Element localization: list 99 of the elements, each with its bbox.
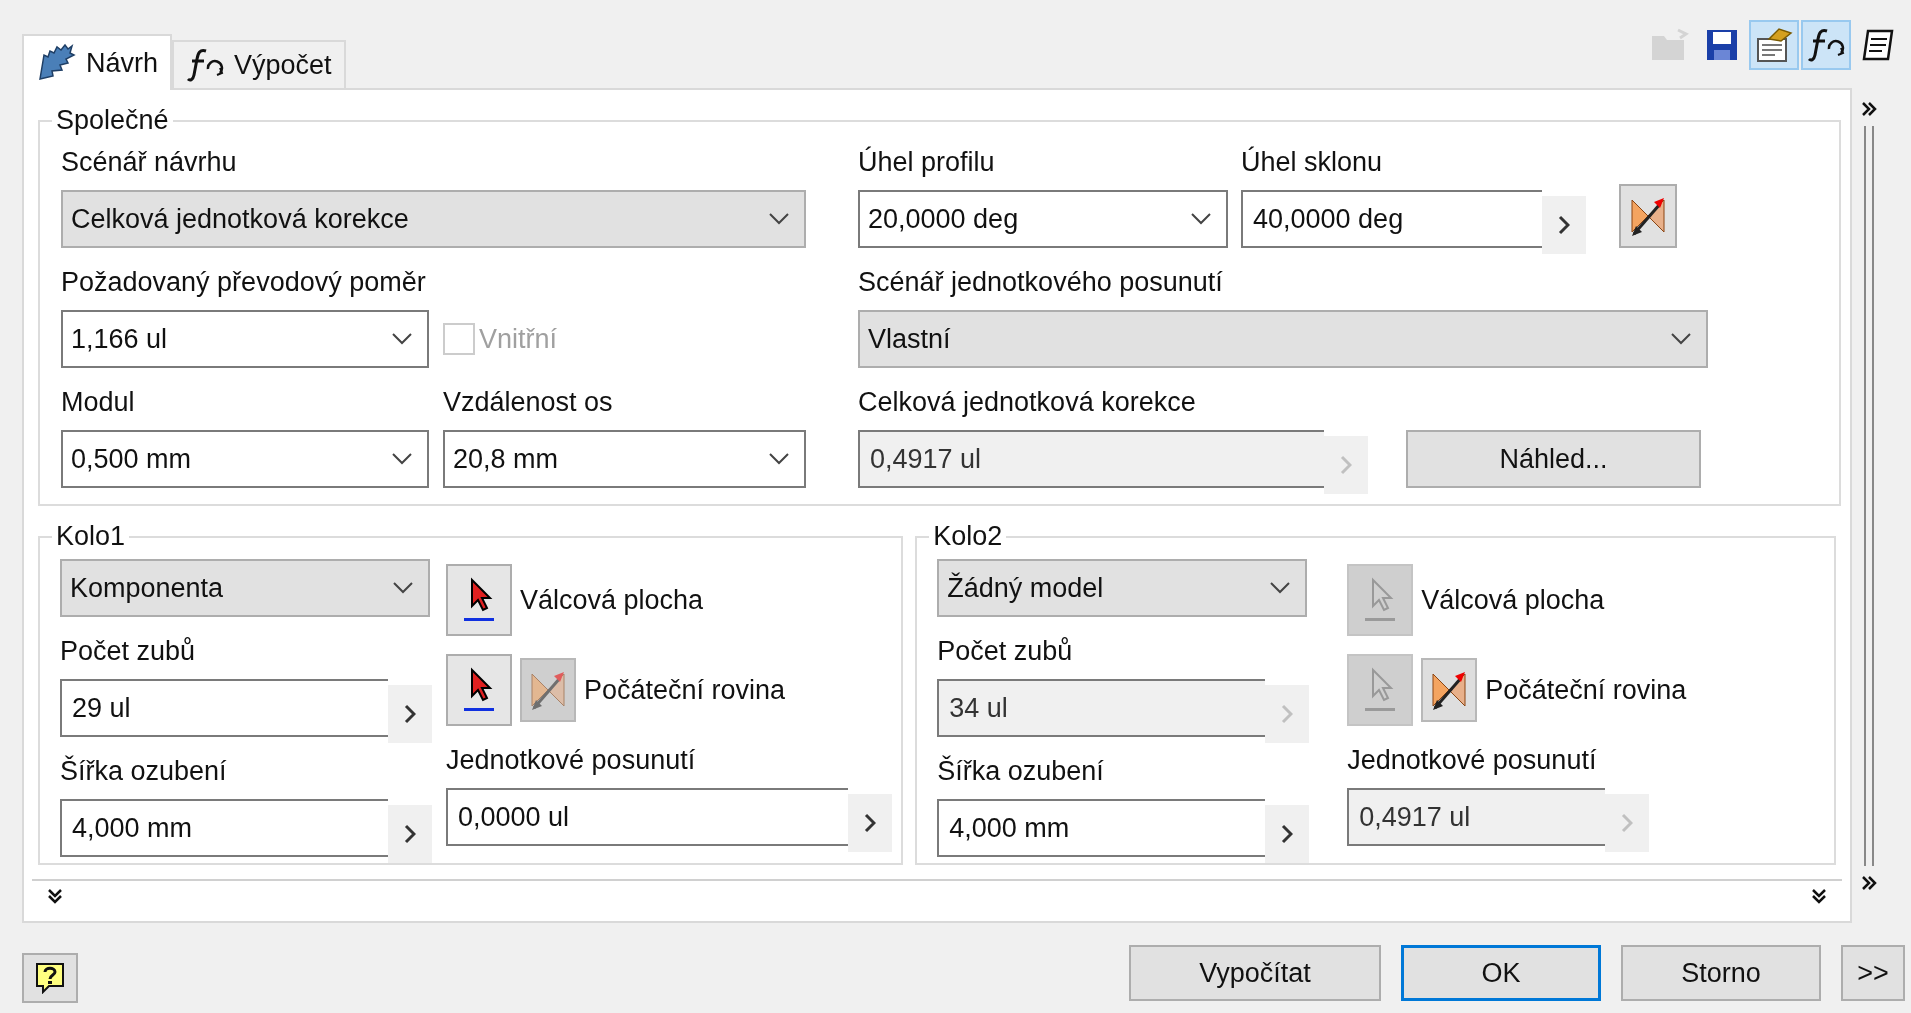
arrow-button[interactable] (388, 685, 432, 743)
chevron-down-icon (768, 452, 790, 466)
checkbox-label: Vnitřní (479, 322, 558, 356)
field-value: 0,500 mm (71, 442, 192, 476)
field-value: 0,4917 ul (1359, 800, 1471, 834)
arrow-button[interactable] (1265, 805, 1310, 863)
field-value: 0,4917 ul (870, 442, 982, 476)
field-label: Scénář návrhu (61, 145, 237, 179)
expand-icon[interactable] (1860, 100, 1878, 118)
help-button[interactable] (22, 953, 78, 1003)
splitter-bar[interactable] (1864, 126, 1874, 866)
field-label: Šířka ozubení (937, 754, 1104, 788)
field-label: Jednotkové posunutí (446, 743, 696, 777)
dialog-button[interactable]: OK (1401, 945, 1601, 1001)
input-field[interactable]: 4,000 mm (937, 799, 1266, 857)
dialog-button[interactable]: Storno (1621, 945, 1821, 1001)
expand-icon[interactable] (1810, 887, 1828, 905)
pick-label: Válcová plocha (1421, 583, 1605, 617)
chevron-down-icon (391, 452, 413, 466)
field-label: Jednotkové posunutí (1347, 743, 1597, 777)
chevron-down-icon (768, 212, 790, 226)
preview-button[interactable]: Náhled... (1406, 430, 1701, 488)
tab[interactable]: Návrh (22, 34, 173, 90)
toolbar-button[interactable] (1749, 20, 1799, 70)
expand-icon[interactable] (1860, 874, 1878, 892)
properties-icon (1755, 27, 1793, 63)
combo-box[interactable]: 20,8 mm (443, 430, 806, 488)
field-label: Úhel profilu (858, 145, 995, 179)
field-value: 4,000 mm (949, 811, 1070, 845)
field-value: 29 ul (72, 691, 131, 725)
chevron-down-icon (1670, 332, 1692, 346)
chevron-right-icon (404, 824, 416, 844)
field-value: Celková jednotková korekce (71, 202, 409, 236)
chevron-right-icon (1340, 455, 1352, 475)
combo-box[interactable]: 1,166 ul (61, 310, 429, 368)
pointer-icon (462, 666, 496, 714)
chevron-down-icon (1269, 581, 1292, 595)
pick-button[interactable] (446, 654, 512, 726)
chevron-right-icon (1621, 813, 1634, 833)
field-label: Scénář jednotkového posunutí (858, 265, 1223, 299)
field-value: 20,0000 deg (868, 202, 1019, 236)
function-icon (1807, 27, 1845, 63)
dialog-button[interactable]: >> (1841, 945, 1905, 1001)
arrow-button[interactable] (1542, 196, 1586, 254)
input-field[interactable]: 40,0000 deg (1241, 190, 1542, 248)
dropdown[interactable]: Žádný model (937, 559, 1308, 617)
field-value: Žádný model (947, 571, 1104, 605)
field-label: Počet zubů (60, 634, 196, 668)
help-icon (35, 962, 65, 994)
flip-direction-button[interactable] (1619, 184, 1677, 248)
notepad-icon (1860, 27, 1896, 63)
function-icon (186, 47, 225, 83)
field-label: Celková jednotková korekce (858, 385, 1196, 419)
field-value: 4,000 mm (72, 811, 193, 845)
field-label: Počet zubů (937, 634, 1073, 668)
field-value: 0,0000 ul (458, 800, 570, 834)
field-label: Modul (61, 385, 135, 419)
pick-label: Válcová plocha (520, 583, 704, 617)
dropdown[interactable]: Vlastní (858, 310, 1708, 368)
field-value: 1,166 ul (71, 322, 168, 356)
chevron-right-icon (404, 704, 416, 724)
chevron-right-icon (1281, 824, 1294, 844)
chevron-right-icon (1558, 215, 1570, 235)
save-icon (1705, 28, 1739, 62)
chevron-down-icon (392, 581, 414, 595)
input-field[interactable]: 4,000 mm (60, 799, 388, 857)
dialog-button[interactable]: Vypočítat (1129, 945, 1381, 1001)
arrow-button[interactable] (388, 805, 432, 863)
arrow-button[interactable] (848, 794, 892, 852)
input-field[interactable]: 29 ul (60, 679, 388, 737)
chevron-right-icon (1281, 704, 1294, 724)
field-value: Vlastní (868, 322, 951, 356)
expand-icon[interactable] (46, 887, 64, 905)
pick-button[interactable] (446, 564, 512, 636)
combo-box[interactable]: 20,0000 deg (858, 190, 1228, 248)
dropdown[interactable]: Celková jednotková korekce (61, 190, 806, 248)
pick-label: Počáteční rovina (1485, 673, 1687, 707)
field-label: Požadovaný převodový poměr (61, 265, 426, 299)
combo-box[interactable]: 0,500 mm (61, 430, 429, 488)
chevron-down-icon (391, 332, 413, 346)
chevron-right-icon (864, 813, 876, 833)
chevron-down-icon (1190, 212, 1212, 226)
dropdown[interactable]: Komponenta (60, 559, 430, 617)
field-label: Vzdálenost os (443, 385, 613, 419)
pick-label: Počáteční rovina (584, 673, 786, 707)
folder-icon (1650, 28, 1690, 62)
field-value: Komponenta (70, 571, 224, 605)
field-label: Úhel sklonu (1241, 145, 1383, 179)
gear-segment-icon (36, 43, 76, 83)
field-value: 40,0000 deg (1253, 202, 1404, 236)
tab[interactable]: Výpočet (172, 40, 346, 88)
toolbar-button[interactable] (1801, 20, 1851, 70)
field-value: 34 ul (949, 691, 1008, 725)
pointer-icon (1363, 576, 1398, 624)
input-field[interactable]: 0,0000 ul (446, 788, 848, 846)
field-label: Šířka ozubení (60, 754, 227, 788)
pointer-icon (462, 576, 496, 624)
field-value: 20,8 mm (453, 442, 559, 476)
pointer-icon (1363, 666, 1398, 714)
